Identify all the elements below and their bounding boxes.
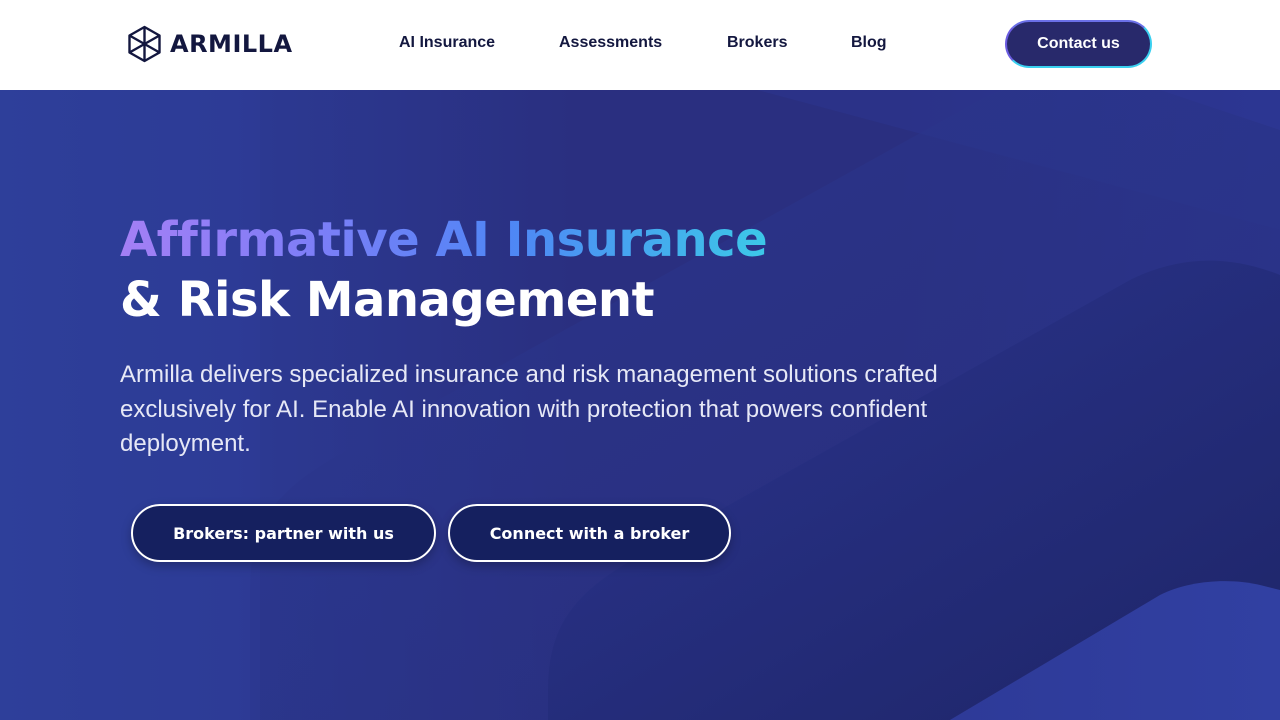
nav-item-assessments[interactable]: Assessments	[559, 33, 662, 53]
connect-with-broker-button[interactable]: Connect with a broker	[448, 504, 731, 562]
hero-section: Affirmative AI Insurance & Risk Manageme…	[0, 90, 1280, 720]
brand-name: ARMILLA	[170, 30, 293, 58]
site-header: ARMILLA AI Insurance Assessments Brokers…	[0, 0, 1280, 90]
contact-us-button[interactable]: Contact us	[1005, 20, 1152, 68]
nav-item-ai-insurance[interactable]: AI Insurance	[399, 33, 495, 53]
hero-title-line-2: & Risk Management	[120, 272, 655, 328]
hero-description: Armilla delivers specialized insurance a…	[120, 361, 938, 457]
hero-title: Affirmative AI Insurance & Risk Manageme…	[120, 210, 768, 330]
brand-logo[interactable]: ARMILLA	[127, 25, 293, 63]
nav-item-blog[interactable]: Blog	[851, 33, 887, 53]
nav-item-brokers[interactable]: Brokers	[727, 33, 787, 53]
armilla-hexagon-logo-icon	[128, 25, 161, 63]
hero-title-line-1: Affirmative AI Insurance	[120, 212, 768, 268]
brokers-partner-button[interactable]: Brokers: partner with us	[131, 504, 436, 562]
